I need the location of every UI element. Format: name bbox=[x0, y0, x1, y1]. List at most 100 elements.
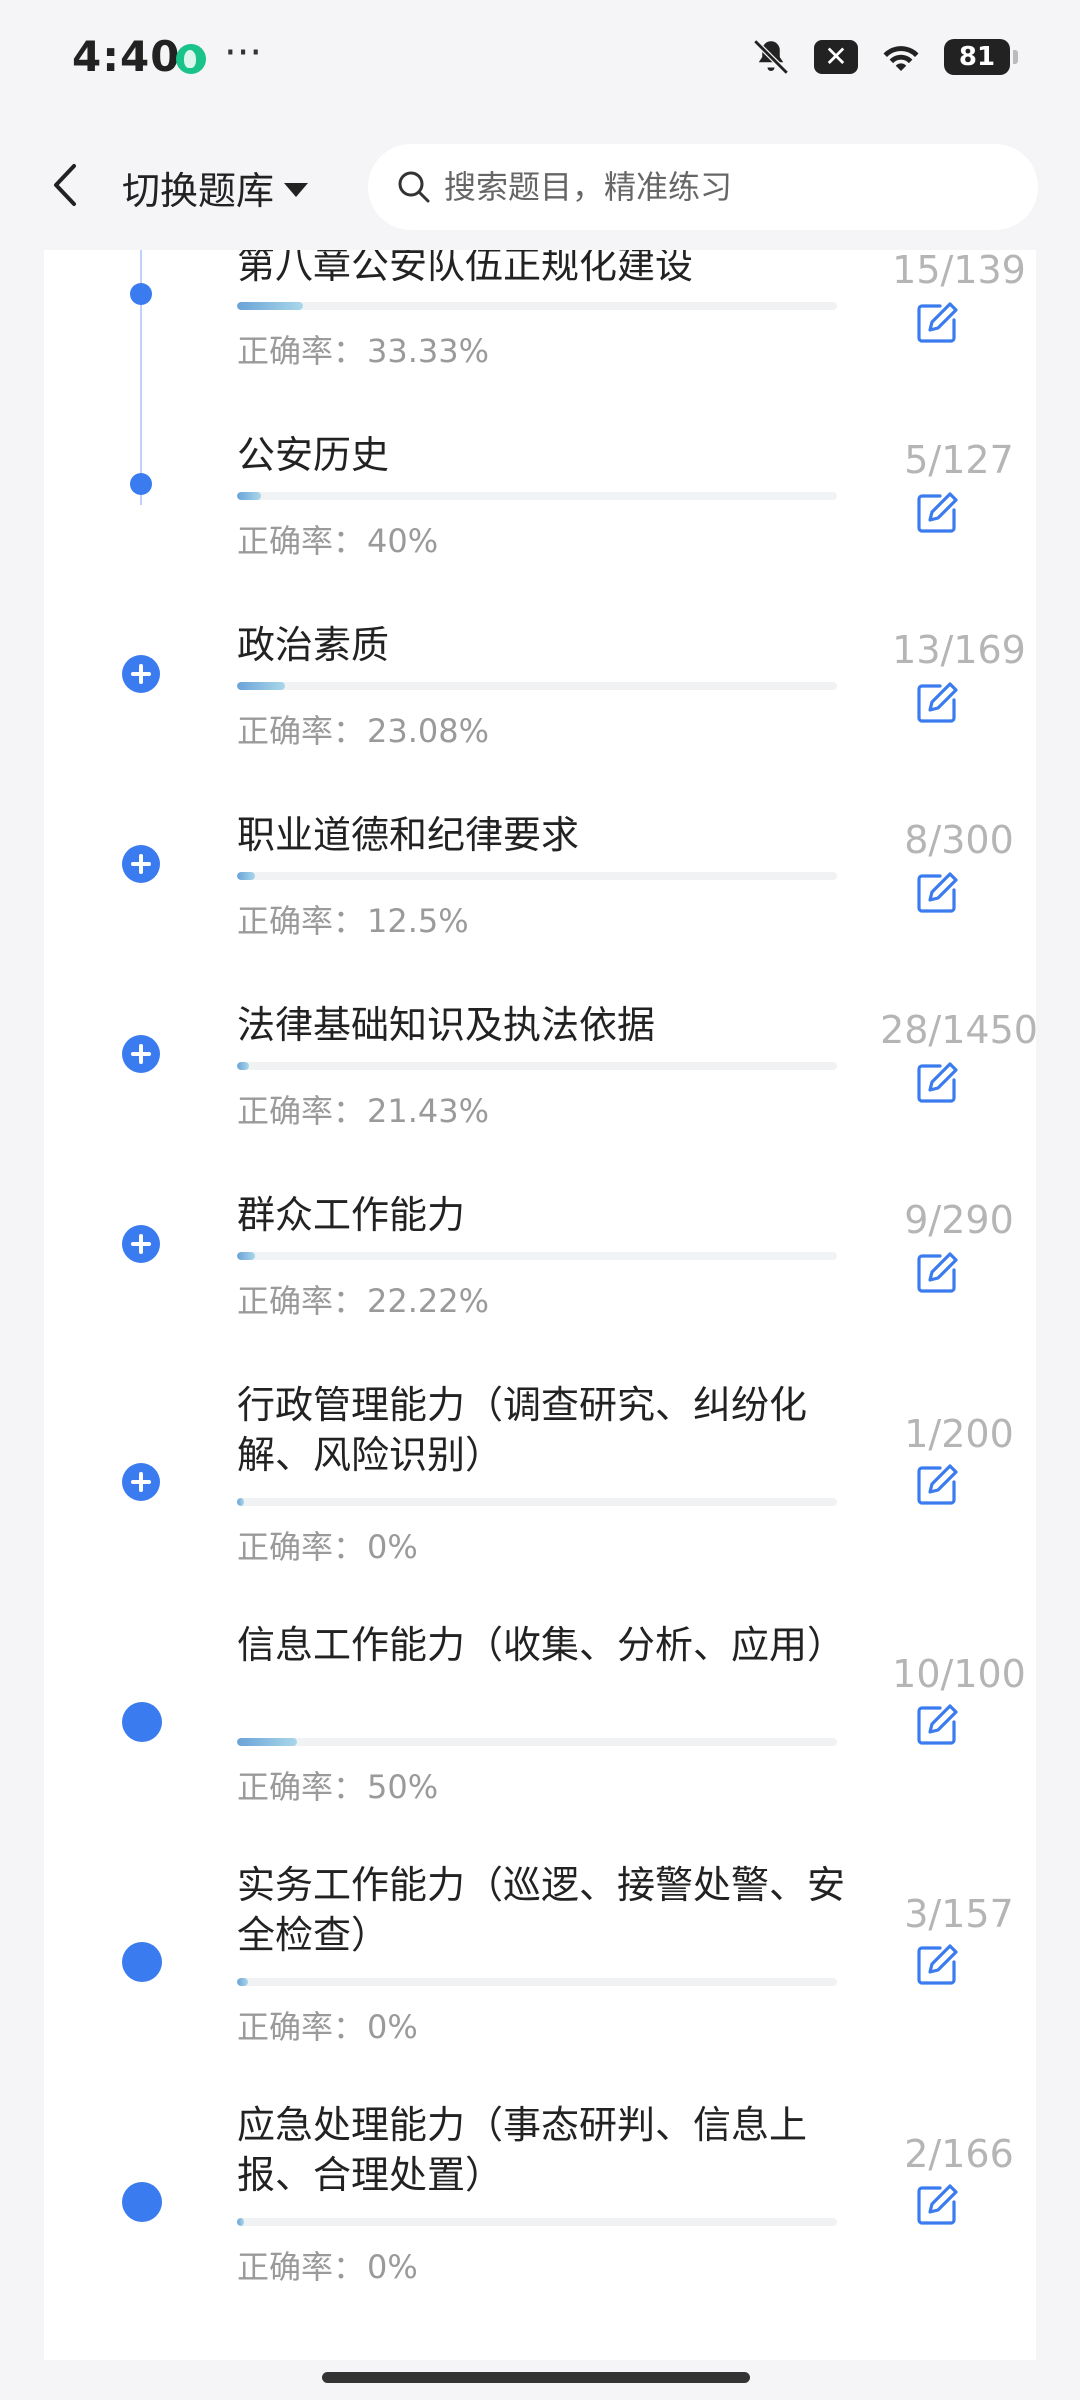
accuracy-value: 23.08% bbox=[367, 712, 490, 750]
edit-icon bbox=[914, 1944, 960, 1992]
question-count: 5/127 bbox=[904, 438, 1014, 482]
chapter-row[interactable]: 公安历史正确率：40% 5/127 bbox=[44, 430, 1036, 620]
question-count: 13/169 bbox=[892, 628, 1026, 672]
progress-fill bbox=[237, 1062, 249, 1070]
battery-icon: 81 bbox=[944, 39, 1018, 75]
accuracy-value: 33.33% bbox=[367, 332, 490, 370]
accuracy-value: 0% bbox=[367, 2248, 418, 2286]
progress-fill bbox=[237, 682, 285, 690]
edit-practice-button[interactable] bbox=[914, 680, 960, 726]
question-count: 10/100 bbox=[892, 1652, 1026, 1696]
accuracy-text: 正确率：22.22% bbox=[237, 1276, 489, 1322]
caret-down-icon bbox=[284, 182, 309, 197]
question-count: 28/1450 bbox=[880, 1008, 1036, 1052]
progress-fill bbox=[237, 1252, 255, 1260]
expand-plus-icon[interactable] bbox=[122, 845, 160, 883]
bell-off-icon bbox=[750, 36, 792, 78]
chapter-row[interactable]: 职业道德和纪律要求 正确率：12.5% 8/300 bbox=[44, 810, 1036, 1000]
edit-practice-button[interactable] bbox=[914, 300, 960, 346]
progress-bar bbox=[237, 682, 837, 690]
edit-practice-button[interactable] bbox=[914, 1060, 960, 1106]
edit-icon bbox=[914, 2184, 960, 2232]
chapter-node-dot bbox=[122, 1942, 162, 1982]
progress-bar bbox=[237, 1978, 837, 1986]
chapter-row[interactable]: 应急处理能力（事态研判、信息上报、合理处置） 正确率：0% 2/166 bbox=[44, 2100, 1036, 2340]
accuracy-label: 正确率： bbox=[237, 2248, 366, 2286]
progress-fill bbox=[237, 2218, 245, 2226]
status-icons: ✕ 81 bbox=[750, 36, 1018, 78]
more-notifications-icon: ··· bbox=[224, 30, 263, 76]
progress-fill bbox=[237, 1498, 245, 1506]
edit-practice-button[interactable] bbox=[914, 870, 960, 916]
edit-icon bbox=[914, 872, 960, 920]
edit-practice-button[interactable] bbox=[914, 1702, 960, 1748]
status-time: 4:40 bbox=[72, 32, 181, 81]
edit-icon bbox=[914, 1252, 960, 1300]
chapter-row[interactable]: 实务工作能力（巡逻、接警处警、安全检查） 正确率：0% 3/157 bbox=[44, 1860, 1036, 2100]
chapter-row[interactable]: 法律基础知识及执法依据 正确率：21.43% 28/1450 bbox=[44, 1000, 1036, 1190]
accuracy-value: 50% bbox=[367, 1768, 439, 1806]
accuracy-label: 正确率： bbox=[237, 2008, 366, 2046]
accuracy-value: 22.22% bbox=[367, 1282, 490, 1320]
progress-fill bbox=[237, 1978, 249, 1986]
chapter-node-dot bbox=[130, 283, 152, 305]
chapter-row[interactable]: 政治素质 正确率：23.08% 13/169 bbox=[44, 620, 1036, 810]
chapter-row[interactable]: 信息工作能力（收集、分析、应用） 正确率：50% 10/100 bbox=[44, 1620, 1036, 1860]
wifi-icon bbox=[880, 36, 922, 78]
accuracy-label: 正确率： bbox=[237, 712, 366, 750]
accuracy-text: 正确率：0% bbox=[237, 1522, 418, 1568]
question-count: 9/290 bbox=[904, 1198, 1014, 1242]
expand-plus-icon[interactable] bbox=[122, 655, 160, 693]
progress-bar bbox=[237, 2218, 837, 2226]
accuracy-text: 正确率：21.43% bbox=[237, 1086, 489, 1132]
search-icon bbox=[398, 171, 430, 203]
accuracy-value: 21.43% bbox=[367, 1092, 490, 1130]
chapter-title: 应急处理能力（事态研判、信息上报、合理处置） bbox=[237, 2103, 808, 2197]
accuracy-value: 12.5% bbox=[367, 902, 469, 940]
accuracy-value: 0% bbox=[367, 2008, 418, 2046]
edit-practice-button[interactable] bbox=[914, 2182, 960, 2228]
chapter-title: 公安历史 bbox=[237, 433, 390, 477]
progress-bar bbox=[237, 1738, 837, 1746]
search-box[interactable] bbox=[368, 144, 1038, 230]
switch-bank-label: 切换题库 bbox=[122, 169, 275, 213]
chapter-row[interactable]: 行政管理能力（调查研究、纠纷化解、风险识别） 正确率：0% 1/200 bbox=[44, 1380, 1036, 1620]
accuracy-text: 正确率：40% bbox=[237, 516, 438, 562]
edit-icon bbox=[914, 682, 960, 730]
switch-bank-dropdown[interactable]: 切换题库 bbox=[122, 160, 309, 215]
edit-icon bbox=[914, 492, 960, 540]
home-indicator[interactable] bbox=[322, 2372, 750, 2383]
accuracy-label: 正确率： bbox=[237, 1282, 366, 1320]
edit-icon bbox=[914, 1704, 960, 1752]
progress-fill bbox=[237, 1738, 297, 1746]
chapter-title: 第八章公安队伍正规化建设 bbox=[237, 250, 694, 287]
progress-bar bbox=[237, 492, 837, 500]
chapter-node-dot bbox=[130, 473, 152, 495]
edit-practice-button[interactable] bbox=[914, 490, 960, 536]
edit-icon bbox=[914, 1464, 960, 1512]
chapter-row[interactable]: 第八章公安队伍正规化建设 正确率：33.33% 15/139 bbox=[44, 250, 1036, 430]
progress-bar bbox=[237, 302, 837, 310]
question-count: 8/300 bbox=[904, 818, 1014, 862]
expand-plus-icon[interactable] bbox=[122, 1035, 160, 1073]
edit-practice-button[interactable] bbox=[914, 1250, 960, 1296]
chapter-title: 实务工作能力（巡逻、接警处警、安全检查） bbox=[237, 1863, 846, 1957]
back-button[interactable] bbox=[46, 160, 86, 210]
progress-bar bbox=[237, 1252, 837, 1260]
question-count: 3/157 bbox=[904, 1892, 1014, 1936]
edit-practice-button[interactable] bbox=[914, 1942, 960, 1988]
expand-plus-icon[interactable] bbox=[122, 1463, 160, 1501]
progress-fill bbox=[237, 302, 303, 310]
chapter-node-dot bbox=[122, 1702, 162, 1742]
question-count: 2/166 bbox=[904, 2132, 1014, 2176]
expand-plus-icon[interactable] bbox=[122, 1225, 160, 1263]
progress-bar bbox=[237, 1062, 837, 1070]
progress-bar bbox=[237, 872, 837, 880]
edit-icon bbox=[914, 1062, 960, 1110]
chapter-row[interactable]: 群众工作能力 正确率：22.22% 9/290 bbox=[44, 1190, 1036, 1380]
edit-practice-button[interactable] bbox=[914, 1462, 960, 1508]
chapter-title: 群众工作能力 bbox=[237, 1193, 466, 1237]
search-input[interactable] bbox=[442, 167, 1006, 207]
header: 切换题库 bbox=[0, 120, 1080, 250]
accuracy-label: 正确率： bbox=[237, 1768, 366, 1806]
